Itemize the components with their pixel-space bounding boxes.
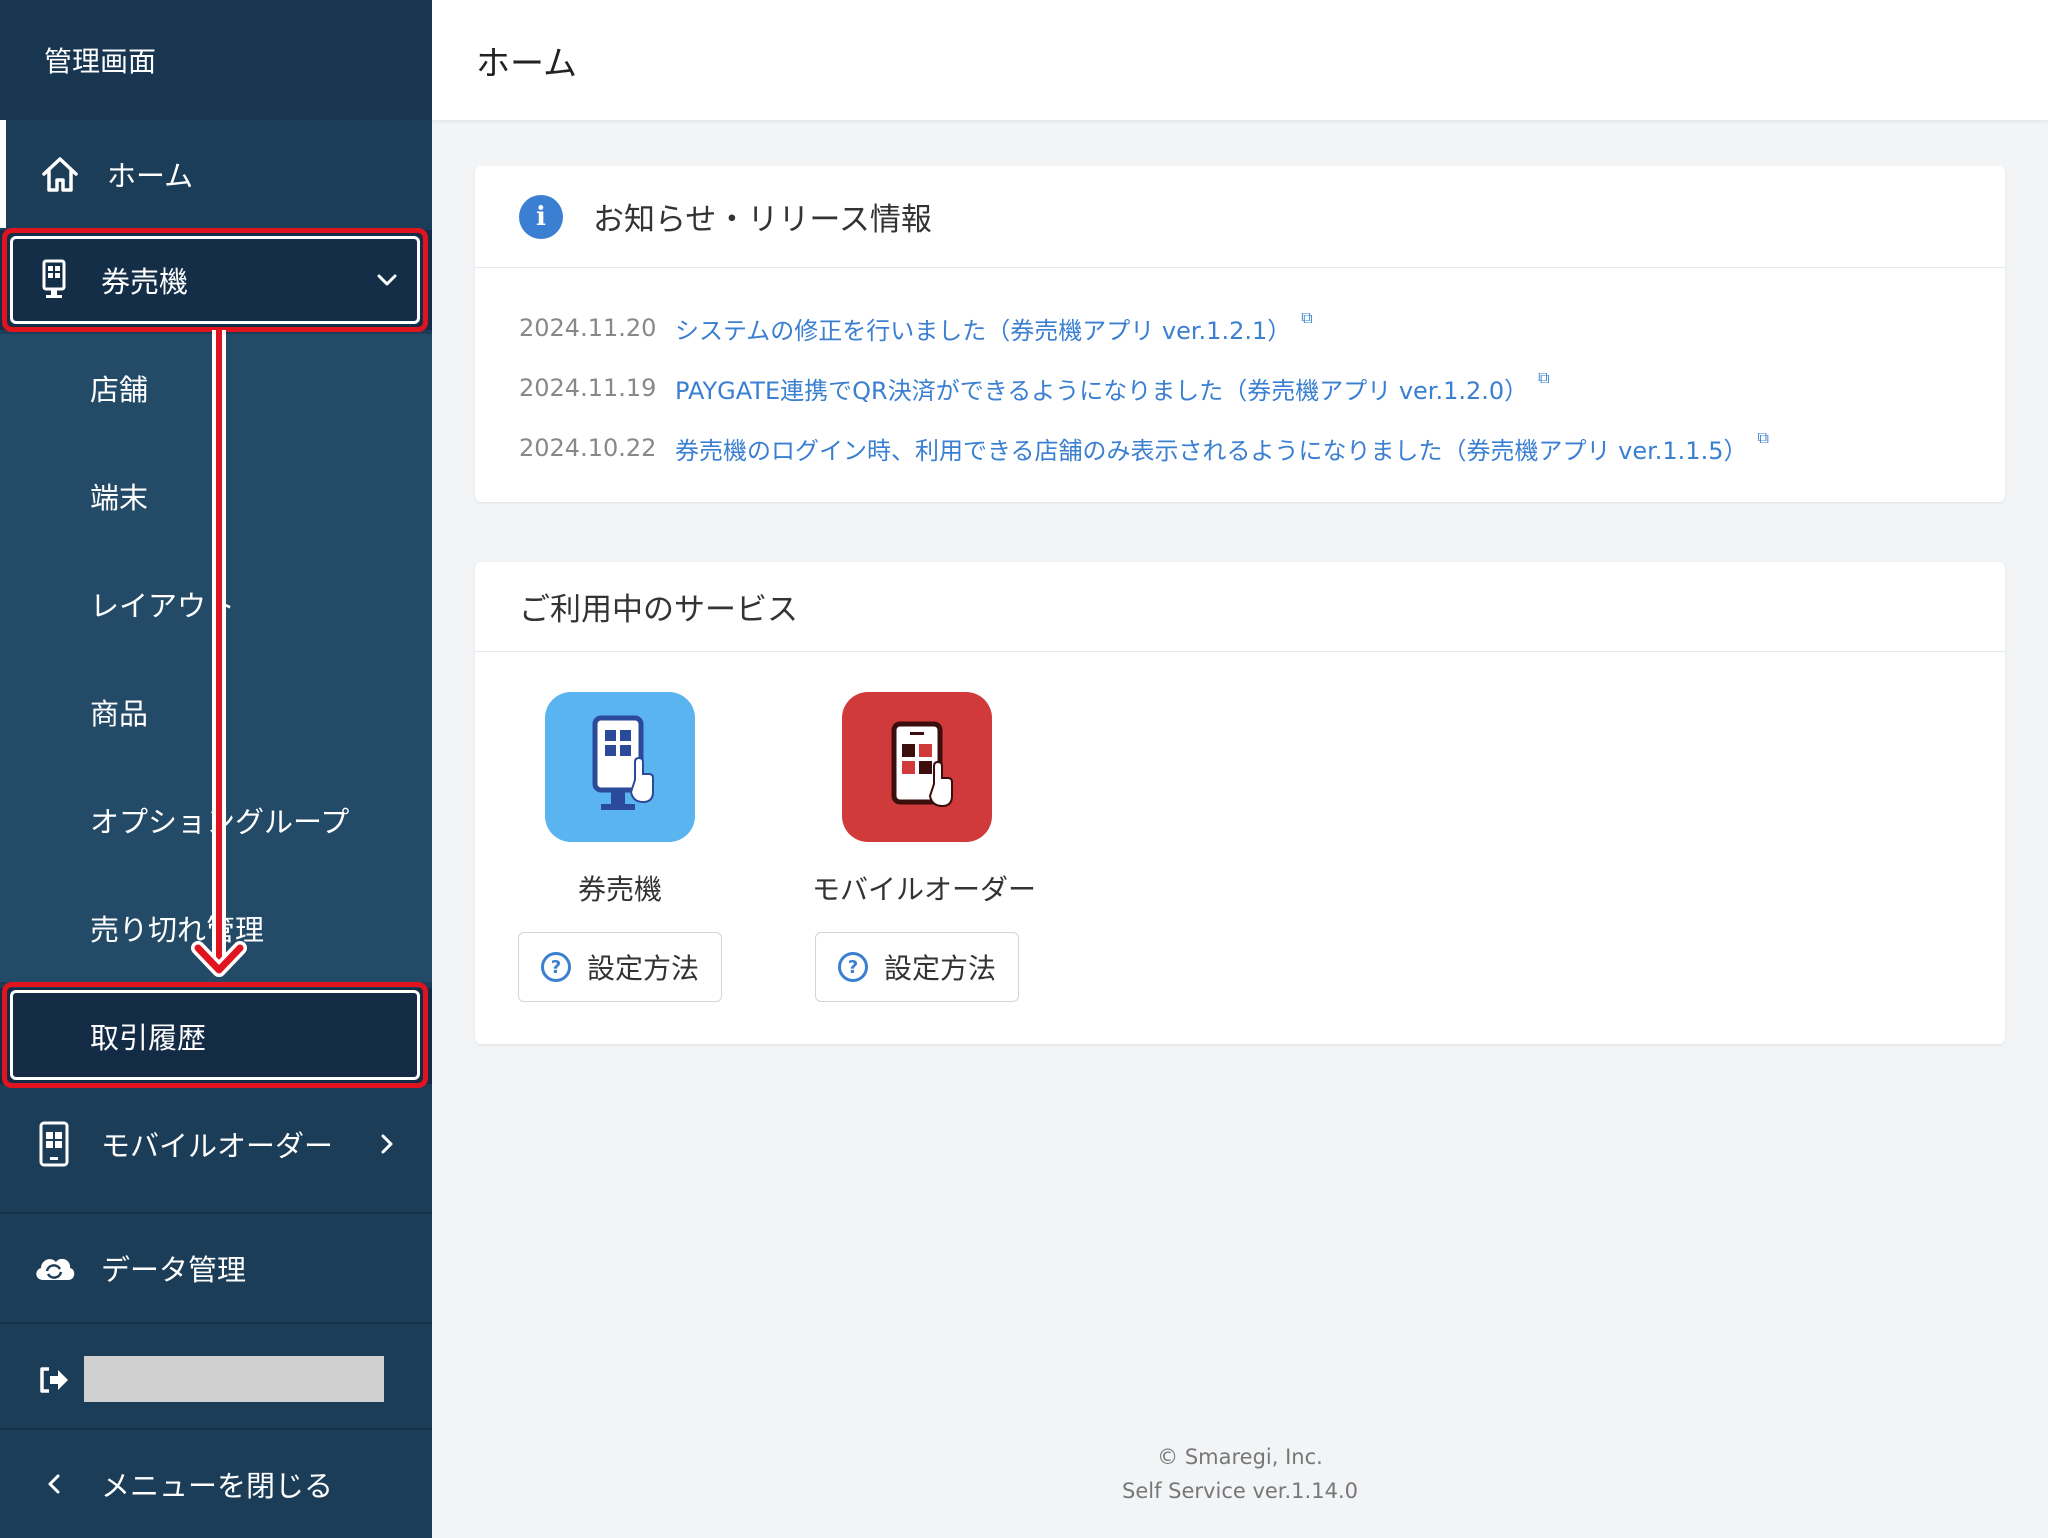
news-card-header: i お知らせ・リリース情報 bbox=[475, 166, 2005, 268]
sidebar-item-transactions[interactable]: 取引履歴 bbox=[0, 988, 432, 1084]
news-link[interactable]: 券売機のログイン時、利用できる店舗のみ表示されるようになりました（券売機アプリ … bbox=[675, 431, 1747, 466]
chevron-left-icon bbox=[30, 1460, 78, 1508]
sidebar-item-label: 商品 bbox=[90, 697, 149, 731]
chevron-right-icon bbox=[372, 1129, 402, 1159]
setup-guide-button-ticket-machine[interactable]: ? 設定方法 bbox=[518, 932, 722, 1002]
close-menu-label: メニューを閉じる bbox=[101, 1469, 334, 1503]
nav-mobile-order[interactable]: モバイルオーダー bbox=[0, 1090, 432, 1198]
news-title: お知らせ・リリース情報 bbox=[593, 202, 932, 238]
nav-mobile-order-label: モバイルオーダー bbox=[101, 1129, 334, 1163]
nav-home-label: ホーム bbox=[107, 159, 194, 193]
setup-guide-label: 設定方法 bbox=[883, 952, 996, 985]
annotation-arrow-head bbox=[191, 941, 247, 977]
services-card: ご利用中のサービス 券売機 モバイルオーダー ? 設定方法 ? 設定方法 bbox=[475, 562, 2005, 1044]
nav-data-management[interactable]: データ管理 bbox=[0, 1214, 432, 1322]
news-date: 2024.11.20 bbox=[519, 314, 657, 342]
service-ticket-machine[interactable]: 券売機 bbox=[515, 692, 725, 908]
external-link-icon[interactable]: ⧉ bbox=[1757, 428, 1768, 448]
external-link-icon[interactable]: ⧉ bbox=[1538, 368, 1549, 388]
news-item: 2024.10.22 券売機のログイン時、利用できる店舗のみ表示されるようになり… bbox=[519, 418, 2005, 478]
news-item: 2024.11.20 システムの修正を行いました（券売機アプリ ver.1.2.… bbox=[519, 298, 2005, 358]
info-icon: i bbox=[519, 194, 563, 239]
news-date: 2024.10.22 bbox=[519, 434, 657, 462]
annotation-arrow-line bbox=[212, 330, 226, 960]
app-version: Self Service ver.1.14.0 bbox=[1122, 1479, 1358, 1503]
nav-data-management-label: データ管理 bbox=[101, 1253, 247, 1287]
help-icon: ? bbox=[837, 952, 868, 982]
chevron-down-icon bbox=[372, 265, 402, 295]
redacted-user-name bbox=[84, 1356, 384, 1402]
service-name: モバイルオーダー bbox=[812, 873, 1037, 906]
nav-ticket-machine[interactable]: 券売機 bbox=[0, 230, 432, 330]
copyright: © Smaregi, Inc. bbox=[1157, 1445, 1323, 1469]
services-title: ご利用中のサービス bbox=[475, 562, 2005, 652]
news-list: 2024.11.20 システムの修正を行いました（券売機アプリ ver.1.2.… bbox=[475, 268, 2005, 478]
nav-logout[interactable] bbox=[0, 1326, 432, 1434]
sidebar-item-label: 端末 bbox=[90, 481, 149, 515]
mobile-order-app-icon[interactable] bbox=[842, 692, 992, 842]
kiosk-icon bbox=[30, 256, 78, 304]
sidebar-title: 管理画面 bbox=[0, 0, 432, 120]
news-link[interactable]: PAYGATE連携でQR決済ができるようになりました（券売機アプリ ver.1.… bbox=[675, 371, 1528, 406]
setup-guide-label: 設定方法 bbox=[586, 952, 699, 985]
footer: © Smaregi, Inc. Self Service ver.1.14.0 bbox=[432, 1440, 2048, 1508]
page-title: ホーム bbox=[432, 0, 2048, 120]
service-name: 券売機 bbox=[577, 873, 662, 906]
mobile-icon bbox=[30, 1120, 78, 1168]
news-item: 2024.11.19 PAYGATE連携でQR決済ができるようになりました（券売… bbox=[519, 358, 2005, 418]
cloud-sync-icon bbox=[30, 1244, 78, 1292]
close-menu-button[interactable]: メニューを閉じる bbox=[0, 1430, 432, 1538]
home-icon bbox=[36, 150, 84, 198]
news-card: i お知らせ・リリース情報 2024.11.20 システムの修正を行いました（券… bbox=[475, 166, 2005, 502]
logout-icon bbox=[30, 1356, 78, 1404]
news-link[interactable]: システムの修正を行いました（券売機アプリ ver.1.2.1） bbox=[675, 311, 1291, 346]
nav-ticket-machine-label: 券売機 bbox=[101, 265, 189, 299]
sidebar-item-label: 店舗 bbox=[90, 373, 149, 407]
news-date: 2024.11.19 bbox=[519, 374, 657, 402]
help-icon: ? bbox=[540, 952, 571, 982]
ticket-machine-app-icon[interactable] bbox=[545, 692, 695, 842]
setup-guide-button-mobile-order[interactable]: ? 設定方法 bbox=[815, 932, 1019, 1002]
sidebar-divider bbox=[0, 1322, 432, 1324]
external-link-icon[interactable]: ⧉ bbox=[1301, 308, 1312, 328]
nav-home[interactable]: ホーム bbox=[0, 120, 432, 228]
sidebar: 管理画面 ホーム 券売機 店舗 端末 レイアウト 商品 オプショングループ 売り… bbox=[0, 0, 432, 1538]
sidebar-item-label: 取引履歴 bbox=[90, 1021, 207, 1055]
service-mobile-order[interactable]: モバイルオーダー bbox=[812, 692, 1037, 908]
